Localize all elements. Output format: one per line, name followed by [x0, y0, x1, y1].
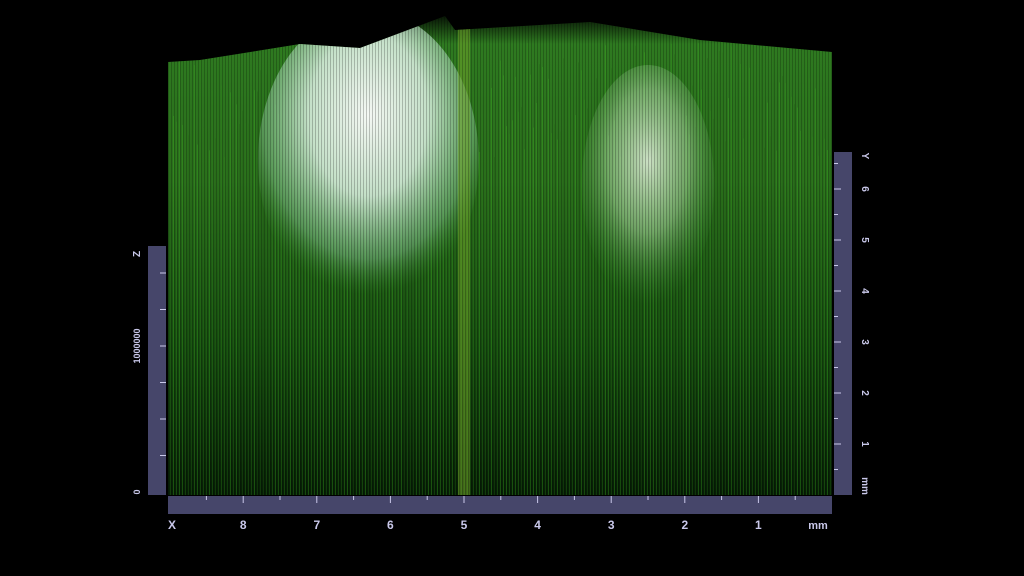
z-axis-bar	[148, 246, 166, 495]
z-axis-name: Z	[132, 251, 143, 257]
x-axis: 8 7 6 5 4 3 2 1 X mm	[168, 496, 832, 532]
x-tick-label: 5	[461, 518, 468, 532]
x-axis-unit: mm	[808, 520, 828, 532]
x-tick-label: 7	[313, 518, 320, 532]
y-tick-label: 3	[859, 339, 870, 345]
x-tick-label: 4	[534, 518, 541, 532]
y-axis: 6 5 4 3 2 1 Y mm	[834, 152, 870, 495]
x-tick-label: 3	[608, 518, 615, 532]
x-tick-label: 1	[755, 518, 762, 532]
y-axis-unit: mm	[859, 477, 870, 495]
y-tick-label: 1	[859, 441, 870, 447]
z-axis: 1000000 0 Z	[132, 246, 166, 495]
y-tick-label: 5	[859, 237, 870, 243]
y-tick-label: 2	[859, 390, 870, 396]
x-axis-name: X	[168, 518, 176, 532]
x-tick-label: 8	[240, 518, 247, 532]
x-tick-label: 2	[681, 518, 688, 532]
z-tick-label: 1000000	[132, 328, 142, 363]
z-tick-label: 0	[132, 489, 142, 494]
surface-mesh	[168, 16, 832, 495]
x-tick-label: 6	[387, 518, 394, 532]
surface-plot-viewer[interactable]: 1000000 0 Z 8 7 6 5 4 3 2 1 X mm 6 5 4 3 2 1 Y mm	[0, 0, 1024, 576]
y-tick-label: 4	[859, 288, 870, 294]
y-tick-label: 6	[859, 186, 870, 192]
x-axis-bar	[168, 496, 832, 514]
y-axis-name: Y	[859, 153, 870, 160]
